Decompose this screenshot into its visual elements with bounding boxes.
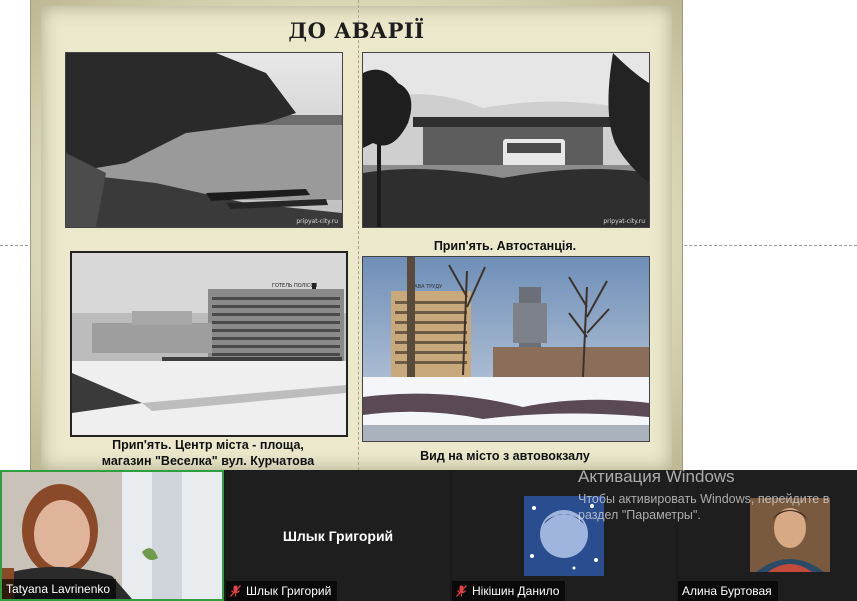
participant-tile-4[interactable]: Алина Буртовая [678, 470, 857, 601]
participant-name-tag: Алина Буртовая [678, 581, 778, 601]
participant-tile-1[interactable]: Tatyana Lavrinenko [0, 470, 224, 601]
participant-tile-3[interactable]: Нікішин Данило [452, 470, 676, 601]
river-image [66, 53, 342, 227]
participant-avatar [750, 498, 830, 572]
slide-title: ДО АВАРІЇ [288, 18, 425, 43]
photo-bus-station: pripyat-city.ru [362, 52, 650, 228]
caption-bus-station: Прип'ять. Автостанція. [433, 239, 577, 253]
participant-avatar [524, 496, 604, 576]
participant-name: Нікішин Данило [472, 584, 560, 598]
participant-name: Алина Буртовая [682, 584, 772, 598]
participant-name-tag: Шлык Григорий [226, 581, 338, 601]
watermark: pripyat-city.ru [296, 218, 338, 225]
caption-view: Вид на місто з автовокзалу [420, 449, 590, 463]
caption-city-center: Прип'ять. Центр міста - площа, магазин "… [71, 437, 345, 469]
photo-city-center: ГОТЕЛЬ ПОЛІССЯ [70, 251, 348, 437]
mic-muted-icon [230, 585, 241, 597]
mic-muted-icon [456, 585, 467, 597]
photo-river: pripyat-city.ru [65, 52, 343, 228]
watermark: pripyat-city.ru [603, 218, 645, 225]
participant-name-tag: Нікішин Данило [452, 581, 566, 601]
participant-tile-2[interactable]: Шлык Григорий Шлык Григорий [226, 470, 450, 601]
city-center-image: ГОТЕЛЬ ПОЛІССЯ [72, 253, 346, 435]
participant-strip: Tatyana Lavrinenko Шлык Григорий Шлык Гр… [0, 470, 857, 601]
guide-line-vertical [358, 0, 359, 470]
hotel-sign: ГОТЕЛЬ ПОЛІССЯ [272, 283, 317, 289]
winter-view-image: СЛАВА ТРУДУ [363, 257, 649, 441]
presentation-area: ДО АВАРІЇ pripyat-city.ru pripyat-city.r… [0, 0, 857, 470]
participant-name: Tatyana Lavrinenko [6, 582, 111, 596]
slide: ДО АВАРІЇ pripyat-city.ru pripyat-city.r… [30, 0, 683, 470]
bus-station-image [363, 53, 649, 227]
caption-line-1: Прип'ять. Центр міста - площа, [112, 438, 304, 452]
participant-name-tag: Tatyana Lavrinenko [2, 579, 117, 599]
participant-display-name: Шлык Григорий [282, 528, 394, 544]
participant-name: Шлык Григорий [246, 584, 332, 598]
photo-winter-view: СЛАВА ТРУДУ [362, 256, 650, 442]
caption-line-2: магазин "Веселка" вул. Курчатова [101, 454, 315, 468]
